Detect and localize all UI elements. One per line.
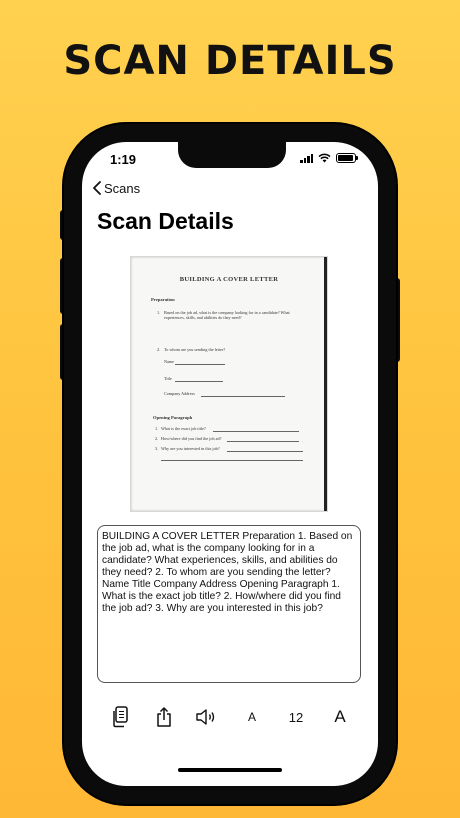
status-time: 1:19 <box>110 152 137 167</box>
wifi-icon <box>318 153 331 163</box>
doc-q1-line2: experiences, skills, and abilities do th… <box>164 315 242 320</box>
doc-field-address: Company Address <box>164 391 195 396</box>
page-title: Scan Details <box>97 208 234 234</box>
doc-field-name: Name <box>164 359 174 364</box>
doc-field-title: Title <box>164 376 172 381</box>
increase-font-button[interactable]: A <box>326 702 354 732</box>
bottom-toolbar: A 12 A <box>82 702 378 732</box>
back-button[interactable]: Scans <box>92 180 140 196</box>
doc-op3: Why are you interested in this job? <box>161 446 220 451</box>
phone-screen: 1:19 Scans Scan Details BUILDING A COVER… <box>82 142 378 786</box>
scanned-document-image[interactable]: BUILDING A COVER LETTER Preparation 1. B… <box>130 256 328 512</box>
speaker-icon <box>196 709 215 725</box>
doc-op1: What is the exact job title? <box>161 426 206 431</box>
banner-title: SCAN DETAILS <box>63 38 397 84</box>
share-button[interactable] <box>150 702 178 732</box>
decrease-font-button[interactable]: A <box>240 702 264 732</box>
back-label: Scans <box>104 180 141 196</box>
doc-op2: How/where did you find the job ad? <box>161 436 222 441</box>
speak-button[interactable] <box>192 702 222 732</box>
signal-icon <box>300 153 313 163</box>
share-icon <box>157 707 171 727</box>
copy-button[interactable] <box>106 702 134 732</box>
home-indicator[interactable] <box>178 768 282 772</box>
doc-section-opening: Opening Paragraph <box>153 415 193 420</box>
status-icons <box>300 153 358 163</box>
font-size-value: 12 <box>288 709 304 725</box>
doc-q2: To whom are you sending the letter? <box>164 347 226 352</box>
doc-section-preparation: Preparation <box>151 297 175 302</box>
notch <box>178 142 286 168</box>
copy-icon <box>113 706 128 728</box>
battery-icon <box>336 153 358 163</box>
doc-title: BUILDING A COVER LETTER <box>179 276 279 283</box>
chevron-left-icon <box>93 181 101 195</box>
ocr-text-view[interactable]: BUILDING A COVER LETTER Preparation 1. B… <box>97 525 361 683</box>
